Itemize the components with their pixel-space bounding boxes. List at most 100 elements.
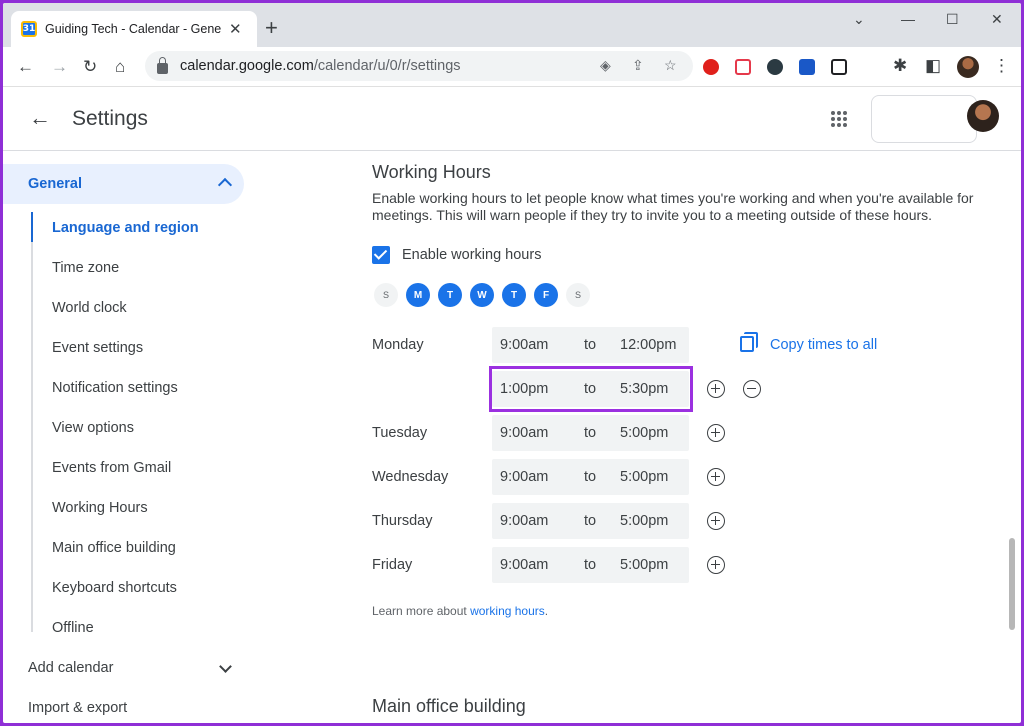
sidebar-item-offline[interactable]: Offline (52, 620, 94, 636)
extensions-puzzle-icon[interactable]: ✱ (893, 56, 907, 76)
new-tab-icon[interactable]: + (265, 17, 278, 39)
day-toggle-monday[interactable]: M (406, 283, 430, 307)
back-arrow-icon[interactable]: ← (29, 105, 51, 131)
bitwarden-extension-icon[interactable] (799, 59, 815, 75)
enable-working-hours-checkbox[interactable] (372, 246, 390, 264)
sidebar-item-event-settings[interactable]: Event settings (52, 340, 143, 356)
subnav-line (31, 212, 33, 632)
to-label: to (584, 425, 597, 441)
chevron-down-icon[interactable] (219, 660, 232, 673)
day-label-friday: Friday (372, 557, 413, 573)
subnav-active-indicator (31, 212, 33, 242)
forward-icon[interactable]: → (51, 57, 68, 77)
working-hours-link[interactable]: working hours (470, 604, 545, 618)
minimize-icon[interactable]: — (901, 11, 915, 27)
settings-main: Working Hours Enable working hours to le… (273, 152, 1013, 723)
section-title-main-office: Main office building (372, 696, 526, 716)
sidebar-item-working-hours[interactable]: Working Hours (52, 500, 148, 516)
sidebar-item-view-options[interactable]: View options (52, 420, 134, 436)
bookmark-star-icon[interactable]: ☆ (664, 57, 677, 74)
end-time-select[interactable]: 5:00pm (620, 469, 668, 485)
tab-title: Guiding Tech - Calendar - General (45, 22, 221, 36)
time-range-thursday: 9:00am to 5:00pm (492, 503, 689, 539)
incognito-extension-icon[interactable] (767, 59, 783, 75)
sidebar-item-events-from-gmail[interactable]: Events from Gmail (52, 460, 171, 476)
account-switcher[interactable] (871, 95, 977, 143)
time-range-wednesday: 9:00am to 5:00pm (492, 459, 689, 495)
tab-strip: 31 Guiding Tech - Calendar - General ✕ +… (3, 3, 1021, 47)
start-time-select[interactable]: 9:00am (500, 513, 548, 529)
menu-kebab-icon[interactable]: ⋮ (993, 56, 1010, 76)
start-time-select[interactable]: 9:00am (500, 337, 548, 353)
day-toggle-saturday[interactable]: S (566, 283, 590, 307)
close-tab-icon[interactable]: ✕ (229, 20, 242, 38)
tab-search-icon[interactable]: ⌄ (853, 11, 865, 28)
back-icon[interactable]: ← (17, 57, 34, 77)
day-toggle-wednesday[interactable]: W (470, 283, 494, 307)
add-time-range-icon[interactable] (707, 556, 725, 574)
address-bar[interactable]: calendar.google.com/calendar/u/0/r/setti… (145, 51, 693, 81)
day-toggle-tuesday[interactable]: T (438, 283, 462, 307)
sidebar-item-general[interactable]: General (3, 164, 244, 204)
to-label: to (584, 513, 597, 529)
time-range-friday: 9:00am to 5:00pm (492, 547, 689, 583)
settings-sidebar: General Language and region Time zone Wo… (3, 152, 273, 723)
day-label-monday: Monday (372, 337, 424, 353)
highlight-box (489, 366, 693, 412)
pocket-extension-icon[interactable] (735, 59, 751, 75)
share-icon[interactable]: ⇪ (632, 57, 644, 74)
to-label: to (584, 469, 597, 485)
google-apps-icon[interactable] (831, 111, 847, 127)
remove-time-range-icon[interactable] (743, 380, 761, 398)
end-time-select[interactable]: 12:00pm (620, 337, 676, 353)
start-time-select[interactable]: 9:00am (500, 425, 548, 441)
browser-window: 31 Guiding Tech - Calendar - General ✕ +… (3, 3, 1021, 723)
day-label-tuesday: Tuesday (372, 425, 428, 441)
day-toggle-sunday[interactable]: S (374, 283, 398, 307)
sidebar-item-label: General (28, 176, 82, 192)
close-window-icon[interactable]: ✕ (991, 11, 1003, 28)
end-time-select[interactable]: 5:00pm (620, 513, 668, 529)
lens-icon[interactable]: ◈ (600, 57, 611, 74)
sidebar-item-add-calendar[interactable]: Add calendar (28, 660, 113, 676)
sidebar-item-main-office-building[interactable]: Main office building (52, 540, 176, 556)
sidebar-item-time-zone[interactable]: Time zone (52, 260, 119, 276)
add-time-range-icon[interactable] (707, 512, 725, 530)
end-time-select[interactable]: 5:00pm (620, 557, 668, 573)
day-toggle-thursday[interactable]: T (502, 283, 526, 307)
browser-tab[interactable]: 31 Guiding Tech - Calendar - General ✕ (11, 11, 257, 47)
add-time-range-icon[interactable] (707, 468, 725, 486)
send-extension-icon[interactable] (831, 59, 847, 75)
lock-icon[interactable] (157, 56, 168, 74)
enable-working-hours-label: Enable working hours (402, 247, 542, 263)
sidebar-item-keyboard-shortcuts[interactable]: Keyboard shortcuts (52, 580, 177, 596)
scrollbar[interactable] (1009, 538, 1015, 630)
start-time-select[interactable]: 9:00am (500, 557, 548, 573)
start-time-select[interactable]: 9:00am (500, 469, 548, 485)
sidebar-item-notification-settings[interactable]: Notification settings (52, 380, 178, 396)
profile-avatar-icon[interactable] (957, 56, 979, 78)
section-description: Enable working hours to let people know … (372, 190, 974, 223)
opera-extension-icon[interactable] (703, 59, 719, 75)
copy-times-to-all-button[interactable]: Copy times to all (770, 337, 877, 353)
copy-icon[interactable] (740, 332, 758, 352)
section-title: Working Hours (372, 162, 491, 182)
sidebar-item-import-export[interactable]: Import & export (28, 700, 127, 716)
chevron-up-icon (217, 177, 233, 193)
sidebar-item-world-clock[interactable]: World clock (52, 300, 127, 316)
app-header: ← Settings (3, 87, 1021, 151)
side-panel-icon[interactable]: ◧ (925, 56, 941, 76)
page-title: Settings (72, 107, 148, 130)
add-time-range-icon[interactable] (707, 380, 725, 398)
add-time-range-icon[interactable] (707, 424, 725, 442)
browser-toolbar: ← → ↻ ⌂ calendar.google.com/calendar/u/0… (3, 47, 1021, 87)
calendar-favicon-icon: 31 (21, 21, 37, 37)
end-time-select[interactable]: 5:00pm (620, 425, 668, 441)
sidebar-item-language-region[interactable]: Language and region (52, 220, 199, 236)
maximize-icon[interactable]: ☐ (946, 11, 959, 28)
home-icon[interactable]: ⌂ (115, 57, 125, 77)
day-toggle-friday[interactable]: F (534, 283, 558, 307)
avatar[interactable] (967, 100, 999, 132)
to-label: to (584, 557, 597, 573)
reload-icon[interactable]: ↻ (83, 57, 97, 77)
